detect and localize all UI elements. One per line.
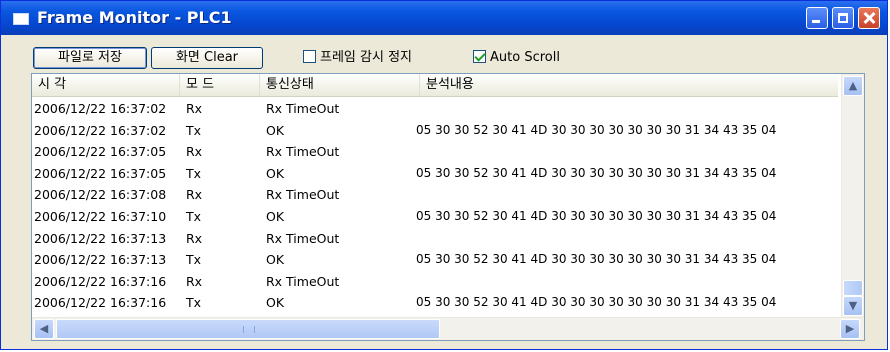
auto-scroll-checkbox[interactable] bbox=[473, 50, 486, 63]
chevron-up-icon[interactable]: ▲ bbox=[843, 76, 863, 96]
row-mode: Rx bbox=[186, 187, 203, 203]
row-analysis: 05 30 30 52 30 41 4D 30 30 30 30 30 30 3… bbox=[416, 208, 777, 223]
vertical-scroll-thumb[interactable] bbox=[843, 280, 863, 296]
row-time: 2006/12/22 16:37:13 bbox=[34, 252, 167, 268]
row-status: Rx TimeOut bbox=[266, 101, 340, 116]
row-mode: Rx bbox=[186, 144, 203, 160]
minimize-icon[interactable] bbox=[806, 7, 828, 29]
row-status: Rx TimeOut bbox=[266, 273, 340, 289]
row-time: 2006/12/22 16:37:02 bbox=[34, 122, 167, 138]
row-time: 2006/12/22 16:37:02 bbox=[34, 101, 167, 116]
row-time: 2006/12/22 16:37:16 bbox=[34, 273, 167, 289]
row-analysis: 05 30 30 52 30 41 4D 30 30 30 30 30 30 3… bbox=[416, 252, 777, 267]
row-mode: Tx bbox=[186, 165, 202, 181]
row-mode: Tx bbox=[186, 208, 202, 224]
auto-scroll-checkbox-wrap[interactable]: Auto Scroll bbox=[473, 48, 560, 68]
row-analysis: 05 30 30 52 30 41 4D 30 30 30 30 30 30 3… bbox=[416, 165, 777, 180]
row-status: OK bbox=[266, 122, 285, 138]
table-row[interactable]: 2006/12/22 16:37:13 Rx Rx TimeOut bbox=[32, 228, 838, 250]
row-status: OK bbox=[266, 295, 285, 311]
row-mode: Tx bbox=[186, 122, 202, 138]
auto-scroll-label: Auto Scroll bbox=[490, 50, 560, 65]
table-row[interactable]: 2006/12/22 16:37:02 Tx OK 05 30 30 52 30 41… bbox=[32, 120, 838, 142]
table-row[interactable]: 2006/12/22 16:37:02 Rx Rx TimeOut bbox=[32, 98, 838, 120]
table-row[interactable]: 2006/12/22 16:37:13 Tx OK 05 30 30 52 30 41… bbox=[32, 249, 838, 271]
row-time: 2006/12/22 16:37:08 bbox=[34, 187, 167, 203]
row-status: Rx TimeOut bbox=[266, 144, 340, 160]
vertical-scrollbar[interactable]: ▲ ▼ bbox=[841, 74, 864, 318]
window-icon bbox=[13, 13, 29, 25]
column-header-mode[interactable]: 모 드 bbox=[180, 74, 260, 96]
row-status: OK bbox=[266, 208, 285, 224]
list-rows: 2006/12/22 16:37:02 Rx Rx TimeOut 2006/12/2… bbox=[32, 98, 838, 314]
row-mode: Tx bbox=[186, 252, 202, 268]
horizontal-scroll-thumb[interactable] bbox=[56, 319, 440, 339]
row-mode: Rx bbox=[186, 230, 203, 246]
chevron-down-icon[interactable]: ▼ bbox=[843, 296, 863, 316]
row-analysis: 05 30 30 52 30 41 4D 30 30 30 30 30 30 3… bbox=[416, 122, 777, 137]
horizontal-scrollbar[interactable]: ◀ ▶ bbox=[32, 317, 864, 340]
save-to-file-button[interactable]: 파일로 저장 bbox=[33, 47, 147, 69]
table-row[interactable]: 2006/12/22 16:37:05 Rx Rx TimeOut bbox=[32, 141, 838, 163]
frame-monitor-window: Frame Monitor - PLC1 파일로 저장 화면 Clear 프레임… bbox=[0, 0, 888, 350]
row-mode: Rx bbox=[186, 101, 203, 116]
clear-screen-button[interactable]: 화면 Clear bbox=[151, 47, 263, 69]
row-status: OK bbox=[266, 252, 285, 268]
close-icon[interactable] bbox=[858, 7, 880, 29]
row-analysis: 05 30 30 52 30 41 4D 30 30 30 30 30 30 3… bbox=[416, 295, 777, 310]
row-time: 2006/12/22 16:37:05 bbox=[34, 165, 167, 181]
row-time: 2006/12/22 16:37:05 bbox=[34, 144, 167, 160]
column-header-status[interactable]: 통신상태 bbox=[260, 74, 420, 96]
column-header-analysis[interactable]: 분석내용 bbox=[420, 74, 838, 96]
frame-list[interactable]: 시 각 모 드 통신상태 분석내용 2006/12/22 16:37:02 Rx R… bbox=[31, 73, 865, 341]
list-header: 시 각 모 드 통신상태 분석내용 bbox=[32, 74, 838, 97]
table-row[interactable]: 2006/12/22 16:37:08 Rx Rx TimeOut bbox=[32, 184, 838, 206]
table-row[interactable]: 2006/12/22 16:37:16 Rx Rx TimeOut bbox=[32, 271, 838, 293]
toolbar: 파일로 저장 화면 Clear 프레임 감시 정지 Auto Scroll bbox=[1, 35, 887, 71]
row-status: Rx TimeOut bbox=[266, 230, 340, 246]
stop-monitor-checkbox[interactable] bbox=[303, 50, 316, 63]
table-row[interactable]: 2006/12/22 16:37:05 Tx OK 05 30 30 52 30 41… bbox=[32, 163, 838, 185]
chevron-left-icon[interactable]: ◀ bbox=[34, 319, 54, 339]
column-header-time[interactable]: 시 각 bbox=[32, 74, 180, 96]
chevron-right-icon[interactable]: ▶ bbox=[840, 319, 860, 339]
row-time: 2006/12/22 16:37:16 bbox=[34, 295, 167, 311]
row-status: OK bbox=[266, 165, 285, 181]
row-mode: Rx bbox=[186, 273, 203, 289]
row-time: 2006/12/22 16:37:13 bbox=[34, 230, 167, 246]
title-bar[interactable]: Frame Monitor - PLC1 bbox=[1, 1, 887, 35]
maximize-icon[interactable] bbox=[832, 7, 854, 29]
window-title: Frame Monitor - PLC1 bbox=[37, 8, 232, 27]
row-status: Rx TimeOut bbox=[266, 187, 340, 203]
stop-monitor-checkbox-wrap[interactable]: 프레임 감시 정지 bbox=[303, 48, 412, 68]
row-time: 2006/12/22 16:37:10 bbox=[34, 208, 167, 224]
table-row[interactable]: 2006/12/22 16:37:10 Tx OK 05 30 30 52 30 41… bbox=[32, 206, 838, 228]
row-mode: Tx bbox=[186, 295, 202, 311]
stop-monitor-label: 프레임 감시 정지 bbox=[320, 50, 412, 65]
table-row[interactable]: 2006/12/22 16:37:16 Tx OK 05 30 30 52 30 41… bbox=[32, 292, 838, 314]
